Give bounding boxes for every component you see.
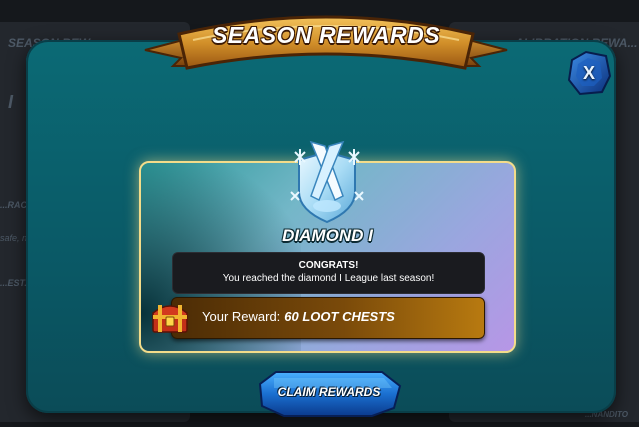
- claim-rewards-button[interactable]: CLAIM REWARDS: [254, 368, 404, 418]
- season-rewards-banner: SEASON REWARDS: [143, 4, 509, 82]
- banner-title: SEASON REWARDS: [211, 22, 441, 48]
- background-left-letter: I: [8, 92, 14, 112]
- background-left-snippet: safe, n: [0, 233, 28, 243]
- congrats-box: CONGRATS! You reached the diamond I Leag…: [172, 252, 485, 294]
- claim-rewards-label: CLAIM REWARDS: [277, 385, 381, 399]
- close-button-label: X: [582, 63, 595, 83]
- congrats-title: CONGRATS!: [298, 260, 359, 271]
- close-button[interactable]: X: [566, 50, 612, 96]
- reward-line: Your Reward: 60 LOOT CHESTS: [202, 309, 395, 324]
- reward-value: 60 LOOT CHESTS: [284, 309, 395, 324]
- reward-bar: Your Reward: 60 LOOT CHESTS: [171, 297, 485, 339]
- reward-label: Your Reward:: [202, 309, 281, 324]
- diamond-league-emblem-icon: [285, 138, 369, 224]
- congrats-message: You reached the diamond I League last se…: [222, 273, 435, 284]
- loot-chest-icon: [149, 299, 191, 335]
- league-name: DIAMOND I: [282, 226, 373, 245]
